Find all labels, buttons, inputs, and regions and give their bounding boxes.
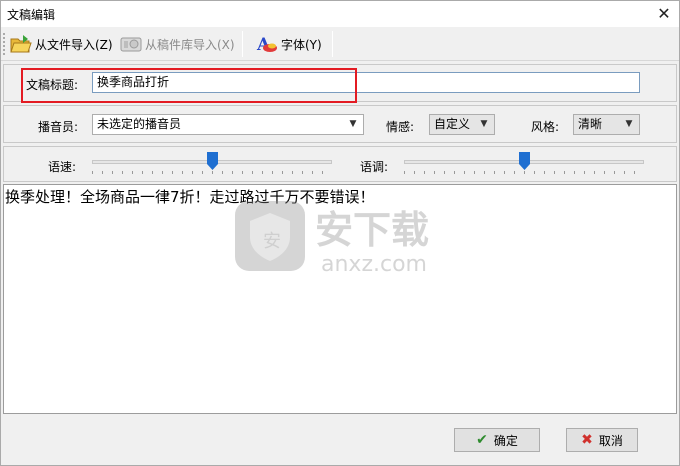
import-from-library-label: 从稿件库导入(X) bbox=[145, 37, 235, 52]
toolbar-separator bbox=[242, 31, 243, 57]
slider-panel: 语速: 语调: bbox=[3, 146, 677, 182]
slider-ticks bbox=[404, 171, 644, 174]
speed-slider[interactable] bbox=[92, 152, 332, 178]
chevron-down-icon: ▼ bbox=[625, 119, 633, 129]
title-panel: 文稿标题: 换季商品打折 bbox=[3, 64, 677, 102]
announcer-label: 播音员: bbox=[38, 120, 79, 134]
ok-label: 确定 bbox=[493, 433, 518, 448]
ok-button[interactable]: ✔ 确定 bbox=[454, 428, 540, 452]
announcer-value: 未选定的播音员 bbox=[97, 117, 182, 131]
slider-thumb[interactable] bbox=[518, 152, 530, 170]
library-icon bbox=[119, 33, 143, 55]
import-from-file-button[interactable]: 从文件导入(Z) bbox=[5, 31, 117, 57]
voice-panel: 播音员: 未选定的播音员 ▼ 情感: 自定义 ▼ 风格: 清晰 ▼ bbox=[3, 105, 677, 143]
slider-ticks bbox=[92, 171, 332, 174]
pitch-label: 语调: bbox=[360, 160, 389, 174]
open-folder-icon bbox=[9, 33, 33, 55]
chevron-down-icon: ▼ bbox=[349, 119, 357, 129]
emotion-value: 自定义 bbox=[434, 117, 471, 131]
import-from-file-label: 从文件导入(Z) bbox=[35, 37, 113, 52]
pitch-slider[interactable] bbox=[404, 152, 644, 178]
title-bar: 文稿编辑 ✕ bbox=[1, 1, 679, 27]
speed-label: 语速: bbox=[48, 160, 77, 174]
window-title: 文稿编辑 bbox=[7, 8, 56, 22]
import-from-library-button[interactable]: 从稿件库导入(X) bbox=[115, 31, 239, 57]
cancel-label: 取消 bbox=[598, 433, 623, 448]
document-edit-dialog: 文稿编辑 ✕ 从文件导入(Z) 从稿件库导入(X) A 字体(Y) 文稿标题: … bbox=[0, 0, 680, 466]
cancel-x-icon: ✖ bbox=[581, 432, 593, 448]
check-icon: ✔ bbox=[476, 432, 488, 448]
emotion-select[interactable]: 自定义 ▼ bbox=[429, 114, 495, 135]
cancel-button[interactable]: ✖ 取消 bbox=[566, 428, 638, 452]
slider-thumb[interactable] bbox=[206, 152, 218, 170]
toolbar-separator bbox=[332, 31, 333, 57]
style-value: 清晰 bbox=[578, 117, 603, 131]
font-icon: A bbox=[255, 33, 279, 55]
font-label: 字体(Y) bbox=[281, 37, 322, 52]
announcer-select[interactable]: 未选定的播音员 ▼ bbox=[92, 114, 364, 135]
font-button[interactable]: A 字体(Y) bbox=[251, 31, 326, 57]
close-icon[interactable]: ✕ bbox=[649, 1, 679, 27]
style-label: 风格: bbox=[531, 120, 560, 134]
doc-title-label: 文稿标题: bbox=[26, 78, 79, 92]
emotion-label: 情感: bbox=[386, 120, 415, 134]
doc-title-input[interactable]: 换季商品打折 bbox=[92, 72, 640, 93]
style-select[interactable]: 清晰 ▼ bbox=[573, 114, 640, 135]
document-text-area[interactable]: 换季处理！全场商品一律7折！走过路过千万不要错误！ bbox=[3, 184, 677, 414]
toolbar: 从文件导入(Z) 从稿件库导入(X) A 字体(Y) bbox=[1, 27, 679, 61]
chevron-down-icon: ▼ bbox=[480, 119, 488, 129]
